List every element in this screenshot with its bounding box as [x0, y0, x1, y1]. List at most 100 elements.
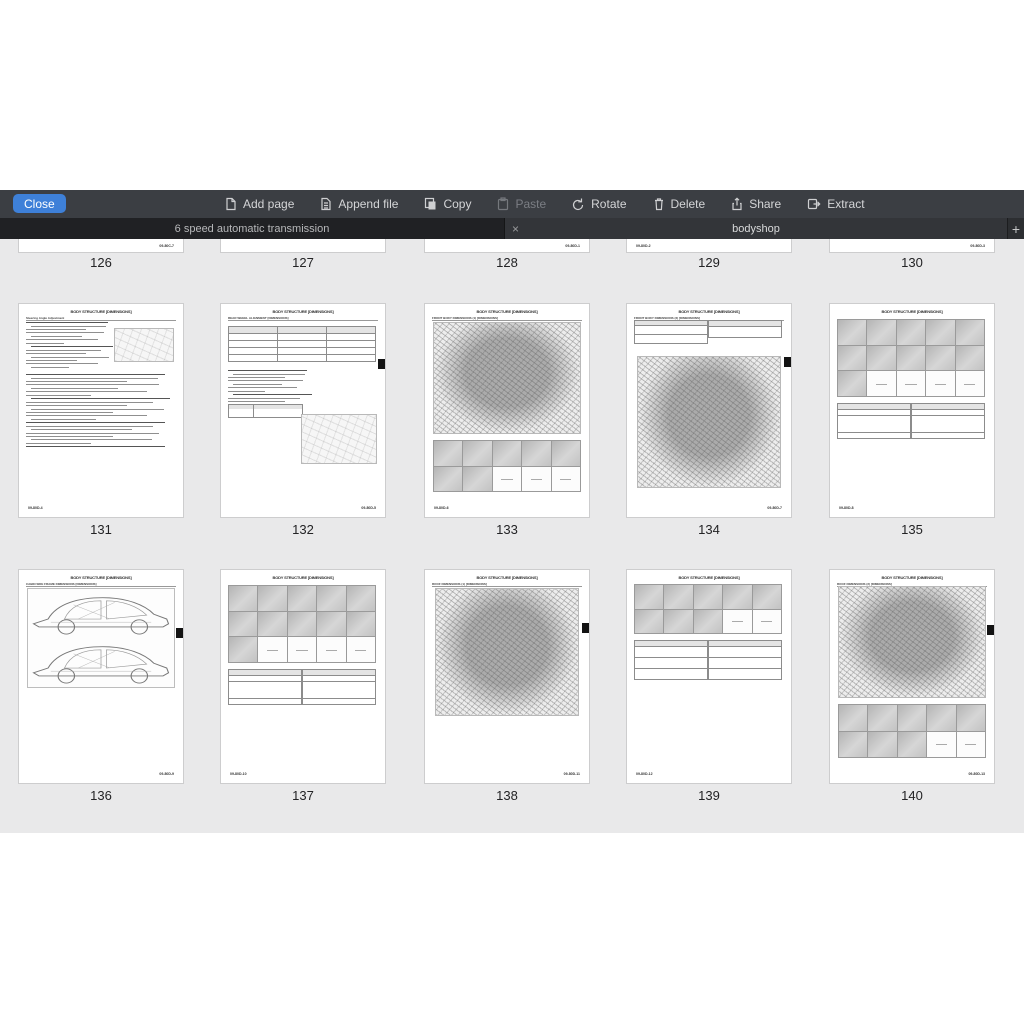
diagram-figure	[301, 414, 377, 464]
append-file-button[interactable]: Append file	[320, 197, 398, 211]
toolbar-button-label: Append file	[338, 197, 398, 211]
page-number-label: 137	[220, 788, 386, 803]
diagram-figure	[838, 586, 986, 698]
car-side-view-figure	[27, 588, 175, 688]
page-number-label: 127	[220, 255, 386, 270]
tab-label: bodyshop	[732, 223, 780, 235]
page-thumbnail-137[interactable]: BODY STRUCTURE [DIMENSIONS]09-80D-10	[220, 569, 386, 784]
toolbar-button-group: Add page Append file Copy Paste Rotate Delete…	[225, 190, 865, 218]
new-tab-button[interactable]: +	[1007, 218, 1024, 239]
close-button[interactable]: Close	[13, 194, 66, 213]
text-lines	[228, 370, 310, 405]
page-header: BODY STRUCTURE [DIMENSIONS]	[19, 575, 183, 580]
dimension-table	[634, 320, 708, 344]
page-footer-code: 09-80D-11	[564, 772, 580, 776]
section-tab-marker	[784, 357, 791, 367]
page-number-label: 133	[424, 522, 590, 537]
page-number-label: 138	[424, 788, 590, 803]
rotate-button[interactable]: Rotate	[572, 197, 626, 211]
page-header: BODY STRUCTURE [DIMENSIONS]	[830, 309, 994, 314]
photo-grid	[228, 585, 376, 663]
page-thumbnail-126[interactable]: 09-80C-7	[18, 239, 184, 253]
page-footer-code: 09-80D-5	[361, 506, 376, 510]
toolbar-button-label: Share	[749, 197, 781, 211]
diagram-figure	[433, 322, 581, 434]
toolbar-button-label: Add page	[243, 197, 294, 211]
page-thumbnail-139[interactable]: BODY STRUCTURE [DIMENSIONS] 09-80D-12	[626, 569, 792, 784]
extract-button[interactable]: Extract	[807, 197, 864, 211]
photo-grid	[433, 440, 581, 492]
page-number-label: 131	[18, 522, 184, 537]
dimension-table	[302, 669, 376, 705]
section-tab-marker	[987, 625, 994, 635]
page-footer-code: 09-80D-2	[636, 244, 651, 248]
page-number-label: 132	[220, 522, 386, 537]
dimension-table	[837, 403, 911, 439]
page-footer-code: 09-80D-8	[839, 506, 854, 510]
page-thumbnail-grid: 09-80C-712612709-80D-112809-80D-212909-8…	[0, 239, 1024, 833]
page-thumbnail-127[interactable]	[220, 239, 386, 253]
page-header: BODY STRUCTURE [DIMENSIONS]	[425, 575, 589, 580]
page-footer-code: 09-80D-9	[159, 772, 174, 776]
page-footer-code: 09-80D-12	[636, 772, 653, 776]
page-subtitle: ROOF DIMENSIONS (1) [DIMENSIONS]	[432, 582, 582, 587]
page-subtitle: FRONT BODY DIMENSIONS (1) [DIMENSIONS]	[432, 316, 582, 321]
extract-icon	[807, 197, 821, 211]
page-number-label: 134	[626, 522, 792, 537]
page-header: BODY STRUCTURE [DIMENSIONS]	[425, 309, 589, 314]
tab-6-speed-automatic-transmission[interactable]: 6 speed automatic transmission	[0, 218, 505, 239]
page-thumbnail-133[interactable]: BODY STRUCTURE [DIMENSIONS] FRONT BODY DI…	[424, 303, 590, 518]
page-footer-code: 09-80D-3	[970, 244, 985, 248]
text-lines	[26, 374, 170, 450]
share-button[interactable]: Share	[731, 197, 781, 211]
page-thumbnail-131[interactable]: BODY STRUCTURE [DIMENSIONS]Steering Angl…	[18, 303, 184, 518]
toolbar-button-label: Delete	[671, 197, 706, 211]
tab-close-icon[interactable]: ×	[512, 223, 519, 235]
page-thumbnail-129[interactable]: 09-80D-2	[626, 239, 792, 253]
tab-bodyshop[interactable]: × bodyshop	[505, 218, 1007, 239]
text-lines	[26, 322, 111, 370]
page-number-label: 135	[829, 522, 995, 537]
tab-label: 6 speed automatic transmission	[175, 223, 330, 235]
dimension-table	[708, 640, 782, 680]
section-tab-marker	[378, 359, 385, 369]
diagram-figure	[637, 356, 781, 488]
page-header: BODY STRUCTURE [DIMENSIONS]	[830, 575, 994, 580]
page-subtitle: REAR WHEEL ALIGNMENT [DIMENSIONS]	[228, 316, 378, 321]
diagram-figure	[114, 328, 174, 362]
page-header: BODY STRUCTURE [DIMENSIONS]	[221, 309, 385, 314]
paste-icon	[497, 197, 509, 211]
toolbar-button-label: Paste	[515, 197, 546, 211]
page-number-label: 128	[424, 255, 590, 270]
page-thumbnail-132[interactable]: BODY STRUCTURE [DIMENSIONS] REAR WHEEL AL…	[220, 303, 386, 518]
page-thumbnail-140[interactable]: BODY STRUCTURE [DIMENSIONS]ROOF DIMENSIO…	[829, 569, 995, 784]
page-header: BODY STRUCTURE [DIMENSIONS]	[627, 575, 791, 580]
share-icon	[731, 197, 743, 211]
copy-button[interactable]: Copy	[424, 197, 471, 211]
delete-button[interactable]: Delete	[653, 197, 706, 211]
page-footer-code: 09-80C-7	[159, 244, 174, 248]
page-footer-code: 09-80D-1	[565, 244, 580, 248]
page-subtitle: Steering Angle Adjustment	[26, 316, 176, 321]
diagram-figure	[435, 588, 579, 716]
add-page-button[interactable]: Add page	[225, 197, 294, 211]
page-thumbnail-134[interactable]: BODY STRUCTURE [DIMENSIONS]FRONT BODY DI…	[626, 303, 792, 518]
page-thumbnail-128[interactable]: 09-80D-1	[424, 239, 590, 253]
dimension-table	[228, 669, 302, 705]
toolbar-button-label: Rotate	[591, 197, 626, 211]
page-thumbnail-138[interactable]: BODY STRUCTURE [DIMENSIONS] ROOF DIMENSIO…	[424, 569, 590, 784]
page-number-label: 126	[18, 255, 184, 270]
toolbar: Close Add page Append file Copy Paste Rotate…	[0, 190, 1024, 218]
dimension-table	[228, 404, 303, 418]
photo-grid	[634, 584, 782, 634]
rotate-icon	[572, 197, 585, 211]
section-tab-marker	[176, 628, 183, 638]
paste-button[interactable]: Paste	[497, 197, 546, 211]
add-page-icon	[225, 197, 237, 211]
toolbar-button-label: Copy	[443, 197, 471, 211]
dimension-table	[634, 640, 708, 680]
page-thumbnail-136[interactable]: BODY STRUCTURE [DIMENSIONS]CABIN SIDE FR…	[18, 569, 184, 784]
page-footer-code: 09-80D-10	[230, 772, 247, 776]
page-thumbnail-130[interactable]: 09-80D-3	[829, 239, 995, 253]
page-thumbnail-135[interactable]: BODY STRUCTURE [DIMENSIONS] 09-80D-8	[829, 303, 995, 518]
